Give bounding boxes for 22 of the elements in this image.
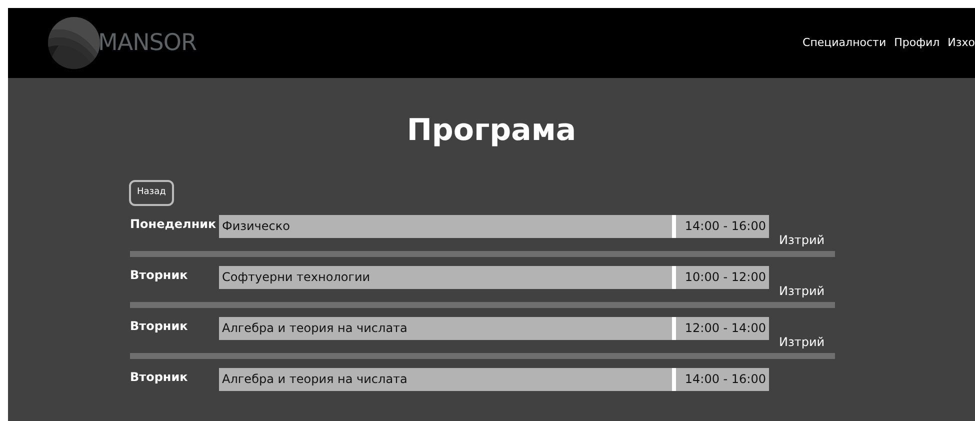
time-field: 12:00 - 14:00 bbox=[676, 316, 769, 340]
logo-icon bbox=[48, 17, 100, 69]
day-label: Вторник bbox=[130, 368, 189, 386]
subject-field: Алгебра и теория на числата bbox=[219, 368, 676, 390]
subject-field: Софтуерни технологии bbox=[219, 266, 676, 288]
delete-link[interactable]: Изтрий bbox=[779, 282, 825, 300]
day-label: Вторник bbox=[130, 318, 189, 334]
delete-link[interactable]: Изтрий bbox=[779, 332, 825, 350]
day-label: Вторник bbox=[130, 266, 189, 284]
back-button[interactable]: Назад bbox=[129, 180, 174, 206]
time-field: 14:00 - 16:00 bbox=[676, 368, 769, 390]
delete-link[interactable]: Изтрий bbox=[779, 230, 825, 248]
nav-link[interactable]: Специалности bbox=[802, 34, 886, 52]
nav-link[interactable]: Изхо bbox=[948, 34, 975, 52]
time-field: 10:00 - 12:00 bbox=[676, 266, 769, 288]
page-title: Програма bbox=[406, 114, 578, 147]
day-label: Понеделник bbox=[130, 216, 218, 232]
nav-link[interactable]: Профил bbox=[894, 34, 940, 52]
subject-field: Алгебра и теория на числата bbox=[219, 316, 676, 340]
logo-text: MANSOR bbox=[98, 28, 196, 58]
time-field: 14:00 - 16:00 bbox=[676, 214, 769, 238]
subject-field: Физическо bbox=[219, 214, 676, 238]
